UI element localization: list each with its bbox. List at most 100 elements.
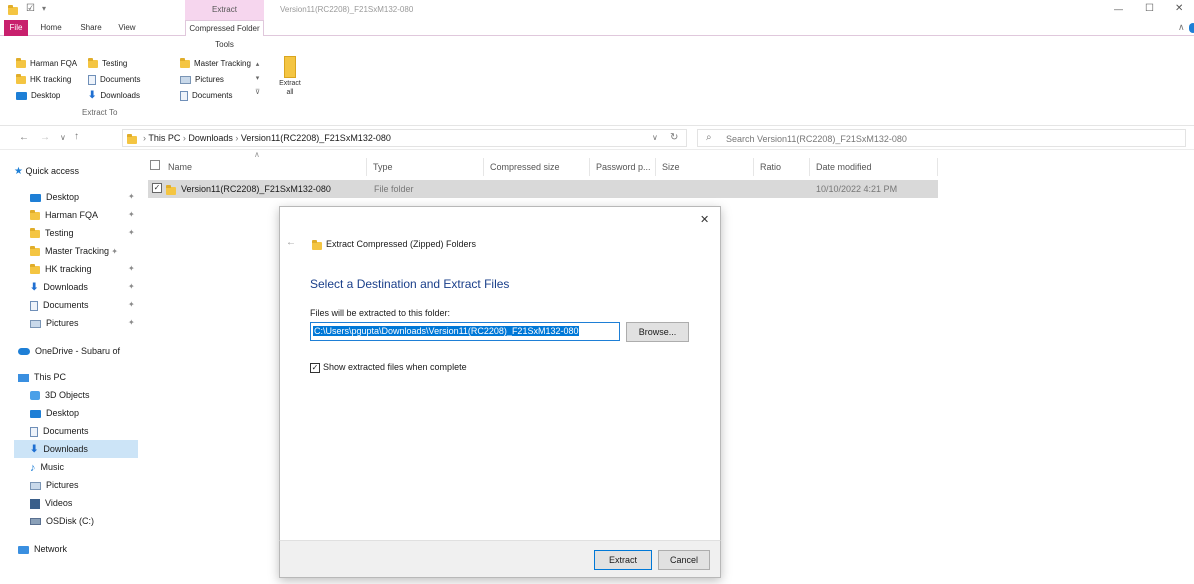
nav-music[interactable]: ♪ Music (14, 458, 138, 476)
desktop-icon (16, 91, 27, 100)
address-dropdown-icon[interactable]: ∨ (652, 133, 658, 142)
pictures-icon (30, 319, 41, 328)
dropdown-icon[interactable]: ▾ (42, 4, 46, 13)
column-header-date-modified[interactable]: Date modified (810, 158, 938, 176)
folder-icon (16, 73, 26, 84)
extract-to-downloads[interactable]: ⬇ Downloads (88, 89, 140, 103)
column-header-password[interactable]: Password p... (590, 158, 656, 176)
cloud-icon (18, 348, 30, 356)
nav-pc-downloads[interactable]: ⬇ Downloads (14, 440, 138, 458)
dialog-back-icon[interactable]: ← (286, 237, 296, 248)
destination-path-input[interactable]: C:\Users\pgupta\Downloads\Version11(RC22… (310, 322, 620, 341)
breadcrumb-current-folder[interactable]: Version11(RC2208)_F21SxM132-080 (241, 133, 391, 143)
tab-share[interactable]: Share (74, 20, 108, 36)
extract-to-group-label: Extract To (82, 108, 118, 117)
browse-button[interactable]: Browse... (626, 322, 689, 342)
dialog-window-title: Extract Compressed (Zipped) Folders (326, 239, 477, 249)
nav-osdisk[interactable]: OSDisk (C:) (14, 512, 138, 530)
column-header-size[interactable]: Size (656, 158, 754, 176)
search-placeholder: Search Version11(RC2208)_F21SxM132-080 (726, 134, 907, 144)
up-icon[interactable]: ↑ (74, 131, 79, 142)
minimize-button[interactable]: — (1114, 4, 1123, 14)
extract-to-harman-fqa[interactable]: Harman FQA (16, 57, 77, 71)
row-checkbox[interactable]: ✓ (152, 183, 162, 193)
nav-quick-access[interactable]: ★ Quick access (14, 166, 79, 177)
extract-to-hk-tracking[interactable]: HK tracking (16, 73, 71, 87)
pin-icon: ✦ (128, 300, 135, 309)
back-icon[interactable]: ← (19, 132, 29, 143)
gallery-scroll[interactable]: ▴ ▾ ⊽ (253, 58, 262, 102)
pin-icon: ✦ (128, 318, 135, 327)
nav-hk-tracking[interactable]: HK tracking ✦ (14, 260, 138, 278)
table-row[interactable]: ✓ Version11(RC2208)_F21SxM132-080 File f… (148, 180, 938, 198)
contextual-tab-label: Extract (212, 5, 237, 14)
tab-compressed-folder-tools[interactable]: Compressed Folder Tools (185, 20, 264, 49)
extract-to-master-tracking[interactable]: Master Tracking (180, 57, 251, 71)
file-date: 10/10/2022 4:21 PM (816, 184, 898, 194)
extract-to-desktop[interactable]: Desktop (16, 89, 60, 103)
nav-master-tracking[interactable]: Master Tracking ✦ (14, 242, 138, 260)
extract-to-pictures[interactable]: Pictures (180, 73, 224, 87)
downloads-icon: ⬇ (30, 443, 39, 455)
forward-icon[interactable]: → (40, 132, 50, 143)
documents-icon (30, 426, 38, 437)
column-header-name[interactable]: Name (162, 158, 367, 176)
nav-this-pc[interactable]: This PC (14, 368, 138, 386)
nav-onedrive[interactable]: OneDrive - Subaru of (14, 342, 138, 360)
refresh-icon[interactable]: ↻ (670, 132, 678, 143)
extract-to-documents[interactable]: Documents (88, 73, 140, 87)
folder-icon (30, 245, 40, 256)
nav-harman-fqa[interactable]: Harman FQA ✦ (14, 206, 138, 224)
nav-documents[interactable]: Documents ✦ (14, 296, 138, 314)
destination-path-value: C:\Users\pgupta\Downloads\Version11(RC22… (313, 326, 580, 336)
tab-home[interactable]: Home (34, 20, 68, 36)
column-header-ratio[interactable]: Ratio (754, 158, 810, 176)
documents-icon (180, 90, 188, 101)
dialog-close-button[interactable]: ✕ (700, 213, 709, 226)
select-all-checkbox[interactable] (150, 160, 160, 170)
window-title: Version11(RC2208)_F21SxM132-080 (280, 5, 414, 14)
breadcrumb-downloads[interactable]: Downloads (188, 133, 233, 143)
extract-dialog: ✕ ← Extract Compressed (Zipped) Folders … (279, 206, 721, 578)
column-header-compressed-size[interactable]: Compressed size (484, 158, 590, 176)
nav-downloads[interactable]: ⬇ Downloads ✦ (14, 278, 138, 296)
documents-icon (30, 300, 38, 311)
folder-icon (30, 263, 40, 274)
pictures-icon (30, 481, 41, 490)
nav-network[interactable]: Network (14, 540, 138, 558)
file-name: Version11(RC2208)_F21SxM132-080 (181, 184, 331, 194)
ribbon-tab-bar (0, 20, 1194, 36)
nav-pc-pictures[interactable]: Pictures (14, 476, 138, 494)
nav-3d-objects[interactable]: 3D Objects (14, 386, 138, 404)
quick-access-toolbar-icon[interactable]: ☑ (26, 3, 35, 14)
close-button[interactable]: ✕ (1175, 3, 1183, 14)
extract-button[interactable]: Extract (594, 550, 652, 570)
nav-pictures[interactable]: Pictures ✦ (14, 314, 138, 332)
extract-to-testing[interactable]: Testing (88, 57, 127, 71)
nav-testing[interactable]: Testing ✦ (14, 224, 138, 242)
breadcrumb-this-pc[interactable]: This PC (148, 133, 180, 143)
extract-to-documents-2[interactable]: Documents (180, 89, 232, 103)
help-icon[interactable] (1189, 23, 1194, 33)
cancel-button[interactable]: Cancel (658, 550, 710, 570)
show-extracted-label: Show extracted files when complete (323, 362, 467, 372)
show-extracted-checkbox[interactable]: ✓ (310, 363, 320, 373)
nav-desktop[interactable]: Desktop ✦ (14, 188, 138, 206)
nav-pc-desktop[interactable]: Desktop (14, 404, 138, 422)
tab-file[interactable]: File (4, 20, 28, 36)
collapse-ribbon-icon[interactable]: ∧ (1178, 22, 1185, 33)
column-header-type[interactable]: Type (367, 158, 484, 176)
breadcrumb: › This PC › Downloads › Version11(RC2208… (143, 133, 391, 143)
maximize-button[interactable]: ☐ (1145, 3, 1154, 14)
downloads-icon: ⬇ (88, 90, 97, 101)
file-type: File folder (374, 184, 414, 194)
search-box[interactable]: ⌕ Search Version11(RC2208)_F21SxM132-080 (697, 129, 1186, 147)
address-bar[interactable]: › This PC › Downloads › Version11(RC2208… (122, 129, 687, 147)
zip-folder-icon (312, 239, 322, 250)
folder-icon (180, 57, 190, 68)
recent-locations-icon[interactable]: ∨ (60, 133, 66, 142)
extract-all-button[interactable]: Extract all (278, 54, 302, 104)
tab-view[interactable]: View (110, 20, 144, 36)
nav-videos[interactable]: Videos (14, 494, 138, 512)
nav-pc-documents[interactable]: Documents (14, 422, 138, 440)
